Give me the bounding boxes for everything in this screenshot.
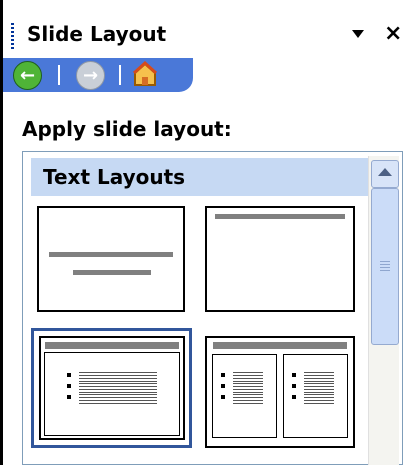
task-pane-header: Slide Layout × [3, 18, 403, 60]
pane-title: Slide Layout [27, 22, 167, 46]
title-placeholder-bar [215, 214, 345, 219]
bullet [67, 395, 71, 399]
title-placeholder-bar [49, 252, 173, 257]
layout-two-column-text[interactable] [205, 336, 355, 448]
navigation-bar: ← → [3, 58, 403, 92]
scrollbar[interactable] [368, 156, 399, 465]
layout-list: Text Layouts [22, 151, 403, 465]
bullet [292, 384, 296, 388]
text-lines [304, 383, 334, 393]
section-title: Text Layouts [43, 165, 186, 189]
scroll-thumb[interactable] [371, 188, 399, 345]
apply-layout-label: Apply slide layout: [22, 117, 232, 141]
bullet [221, 395, 225, 399]
layout-title-only[interactable] [205, 206, 355, 312]
title-placeholder-bar [45, 342, 179, 349]
text-placeholder-box [44, 352, 180, 436]
text-lines [79, 383, 157, 393]
text-lines [304, 372, 334, 382]
right-column-box [283, 354, 348, 438]
back-button[interactable]: ← [13, 61, 42, 90]
close-button[interactable]: × [384, 21, 402, 46]
text-lines [233, 383, 263, 393]
section-header: Text Layouts [31, 158, 375, 196]
layout-title-slide[interactable] [37, 206, 185, 312]
forward-arrow-icon: → [82, 65, 99, 86]
text-lines [79, 394, 157, 404]
back-arrow-icon: ← [19, 65, 36, 86]
layout-thumbnail [39, 336, 185, 440]
left-column-box [212, 354, 277, 438]
text-lines [233, 394, 263, 404]
bullet [221, 384, 225, 388]
drag-grip-icon[interactable] [11, 23, 14, 49]
nav-separator [58, 65, 60, 85]
grip-icon [380, 261, 390, 271]
forward-button[interactable]: → [76, 61, 105, 90]
text-lines [304, 394, 334, 404]
text-lines [233, 372, 263, 382]
scroll-up-button[interactable] [371, 160, 399, 188]
bullet [292, 373, 296, 377]
up-arrow-icon [378, 168, 392, 176]
bullet [67, 384, 71, 388]
text-lines [79, 372, 157, 382]
home-icon[interactable] [130, 59, 160, 89]
bullet [221, 373, 225, 377]
title-placeholder-bar [213, 342, 347, 349]
subtitle-placeholder-bar [73, 270, 151, 275]
bullet [292, 395, 296, 399]
bullet [67, 373, 71, 377]
pane-dropdown-icon[interactable] [352, 30, 364, 38]
layout-title-and-text[interactable] [31, 328, 192, 448]
slide-layout-pane: Slide Layout × ← → Apply slide layout: T… [0, 0, 403, 465]
nav-separator [119, 65, 121, 85]
